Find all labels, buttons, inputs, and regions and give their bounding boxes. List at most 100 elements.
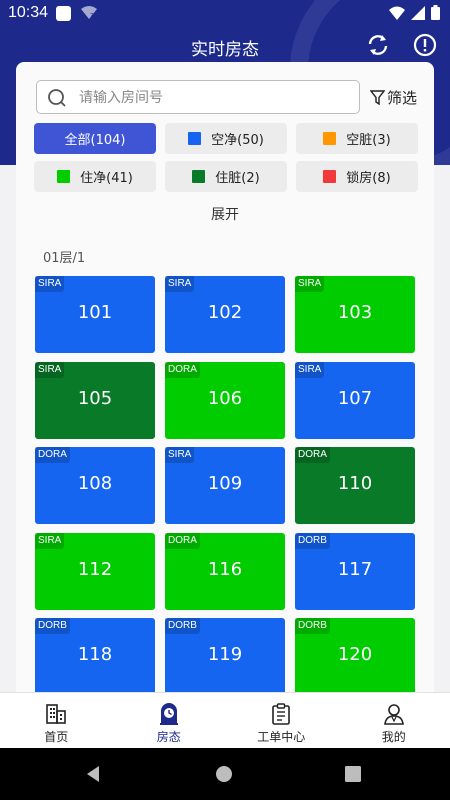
room-status-tag: SIRA: [295, 361, 325, 378]
room-tile[interactable]: SIRA 105: [35, 361, 155, 439]
recents-icon[interactable]: [343, 764, 363, 784]
chip-label: 空脏(3): [346, 133, 391, 148]
room-number: 119: [207, 644, 243, 666]
chip-occupied-clean[interactable]: 住净(41): [34, 161, 156, 192]
filter-label: 筛选: [387, 88, 418, 107]
floor-label: 01层/1: [43, 251, 86, 266]
nav-room-status[interactable]: 房态: [113, 693, 226, 748]
room-status-tag: DORA: [35, 447, 70, 464]
filter-button[interactable]: 筛选: [370, 86, 417, 108]
search-icon: [48, 89, 66, 107]
chip-occupied-dirty[interactable]: 住脏(2): [165, 161, 287, 192]
info-icon[interactable]: [412, 32, 438, 58]
status-filter-chips: 全部(104) 空净(50) 空脏(3) 住净(41) 住脏(2) 锁房(8): [34, 123, 418, 192]
color-swatch: [323, 132, 337, 145]
room-tile[interactable]: SIRA 101: [35, 276, 155, 353]
room-tile[interactable]: DORB 117: [295, 532, 415, 610]
expand-toggle[interactable]: 展开: [16, 204, 434, 224]
home-icon[interactable]: [214, 764, 234, 784]
room-status-tag: SIRA: [165, 447, 195, 464]
filter-icon: [370, 89, 385, 105]
status-bar: 10:34 ?: [0, 0, 450, 28]
svg-text:?: ?: [90, 12, 94, 20]
room-tile[interactable]: SIRA 112: [35, 532, 155, 610]
room-status-tag: SIRA: [165, 276, 195, 292]
nav-label: 房态: [156, 730, 181, 744]
room-status-panel: 筛选 全部(104) 空净(50) 空脏(3) 住净(41) 住脏(2) 锁房(…: [16, 62, 434, 702]
chip-label: 住脏(2): [215, 171, 260, 186]
room-number: 102: [207, 302, 243, 323]
room-number: 110: [337, 473, 373, 495]
status-time: 10:34: [8, 4, 49, 21]
chip-locked[interactable]: 锁房(8): [296, 161, 418, 192]
battery-icon: [431, 5, 440, 20]
room-status-tag: SIRA: [35, 361, 65, 378]
room-number: 107: [337, 387, 373, 409]
room-status-tag: DORB: [35, 618, 70, 635]
nav-home[interactable]: 首页: [0, 693, 113, 748]
room-number: 116: [207, 558, 243, 580]
room-number: 106: [207, 387, 243, 409]
room-status-tag: DORA: [165, 361, 200, 378]
chip-label: 锁房(8): [346, 171, 391, 186]
room-tile[interactable]: DORA 116: [165, 532, 285, 610]
room-status-tag: DORA: [165, 532, 200, 549]
color-swatch: [192, 170, 206, 183]
clipboard-icon: [272, 703, 291, 725]
room-tile[interactable]: SIRA 109: [165, 447, 285, 525]
room-status-tag: DORB: [295, 618, 330, 635]
room-tile[interactable]: SIRA 107: [295, 361, 415, 439]
room-status-tag: SIRA: [295, 276, 325, 292]
room-number: 118: [77, 644, 113, 666]
room-status-tag: DORB: [165, 618, 200, 635]
wifi-icon: [389, 6, 405, 20]
nav-work-orders[interactable]: 工单中心: [225, 693, 338, 748]
room-number: 105: [77, 387, 113, 409]
room-number: 120: [337, 644, 373, 666]
room-number: 112: [77, 558, 113, 580]
search-box[interactable]: [36, 80, 360, 114]
room-number: 103: [337, 302, 373, 323]
room-tile[interactable]: SIRA 103: [295, 276, 415, 353]
room-tile[interactable]: SIRA 102: [165, 276, 285, 353]
room-tile[interactable]: DORA 108: [35, 447, 155, 525]
room-number: 108: [77, 473, 113, 495]
chip-vacant-dirty[interactable]: 空脏(3): [296, 123, 418, 154]
status-right: [389, 5, 440, 20]
room-tile[interactable]: DORA 106: [165, 361, 285, 439]
bottom-nav: 首页 房态 工单中心 我的: [0, 692, 450, 748]
chip-label: 全部(104): [64, 133, 126, 148]
room-tile[interactable]: DORB 118: [35, 618, 155, 696]
color-swatch: [57, 170, 71, 183]
chip-label: 空净(50): [211, 133, 264, 148]
room-tile[interactable]: DORA 110: [295, 447, 415, 525]
system-navigation-bar: [0, 748, 450, 800]
chip-vacant-clean[interactable]: 空净(50): [165, 123, 287, 154]
nav-label: 我的: [381, 730, 406, 744]
back-icon[interactable]: [84, 764, 104, 784]
notification-icon: [56, 6, 71, 21]
nav-mine[interactable]: 我的: [338, 693, 450, 748]
room-tile[interactable]: DORB 119: [165, 618, 285, 696]
room-number: 101: [77, 302, 113, 323]
room-status-tag: DORB: [295, 532, 330, 549]
room-number: 109: [207, 473, 243, 495]
chip-label: 住净(41): [80, 171, 133, 186]
color-swatch: [188, 132, 202, 145]
room-number: 117: [337, 558, 373, 580]
user-icon: [383, 704, 404, 725]
nav-label: 首页: [44, 730, 69, 744]
room-status-tag: DORA: [295, 447, 330, 464]
room-status-tag: SIRA: [35, 276, 65, 292]
signal-icon: [411, 5, 425, 20]
search-input[interactable]: [79, 86, 349, 110]
room-status-icon: [159, 703, 178, 725]
wifi-unknown-icon: ?: [81, 6, 97, 20]
nav-label: 工单中心: [257, 730, 306, 744]
refresh-icon[interactable]: [365, 32, 391, 58]
building-icon: [46, 704, 67, 724]
room-tile[interactable]: DORB 120: [295, 618, 415, 696]
chip-all[interactable]: 全部(104): [34, 123, 156, 154]
room-grid: SIRA 101 SIRA 102 SIRA 103 SIRA 105 DORA 106 SIRA 1…: [35, 276, 415, 696]
room-status-tag: SIRA: [35, 532, 65, 549]
